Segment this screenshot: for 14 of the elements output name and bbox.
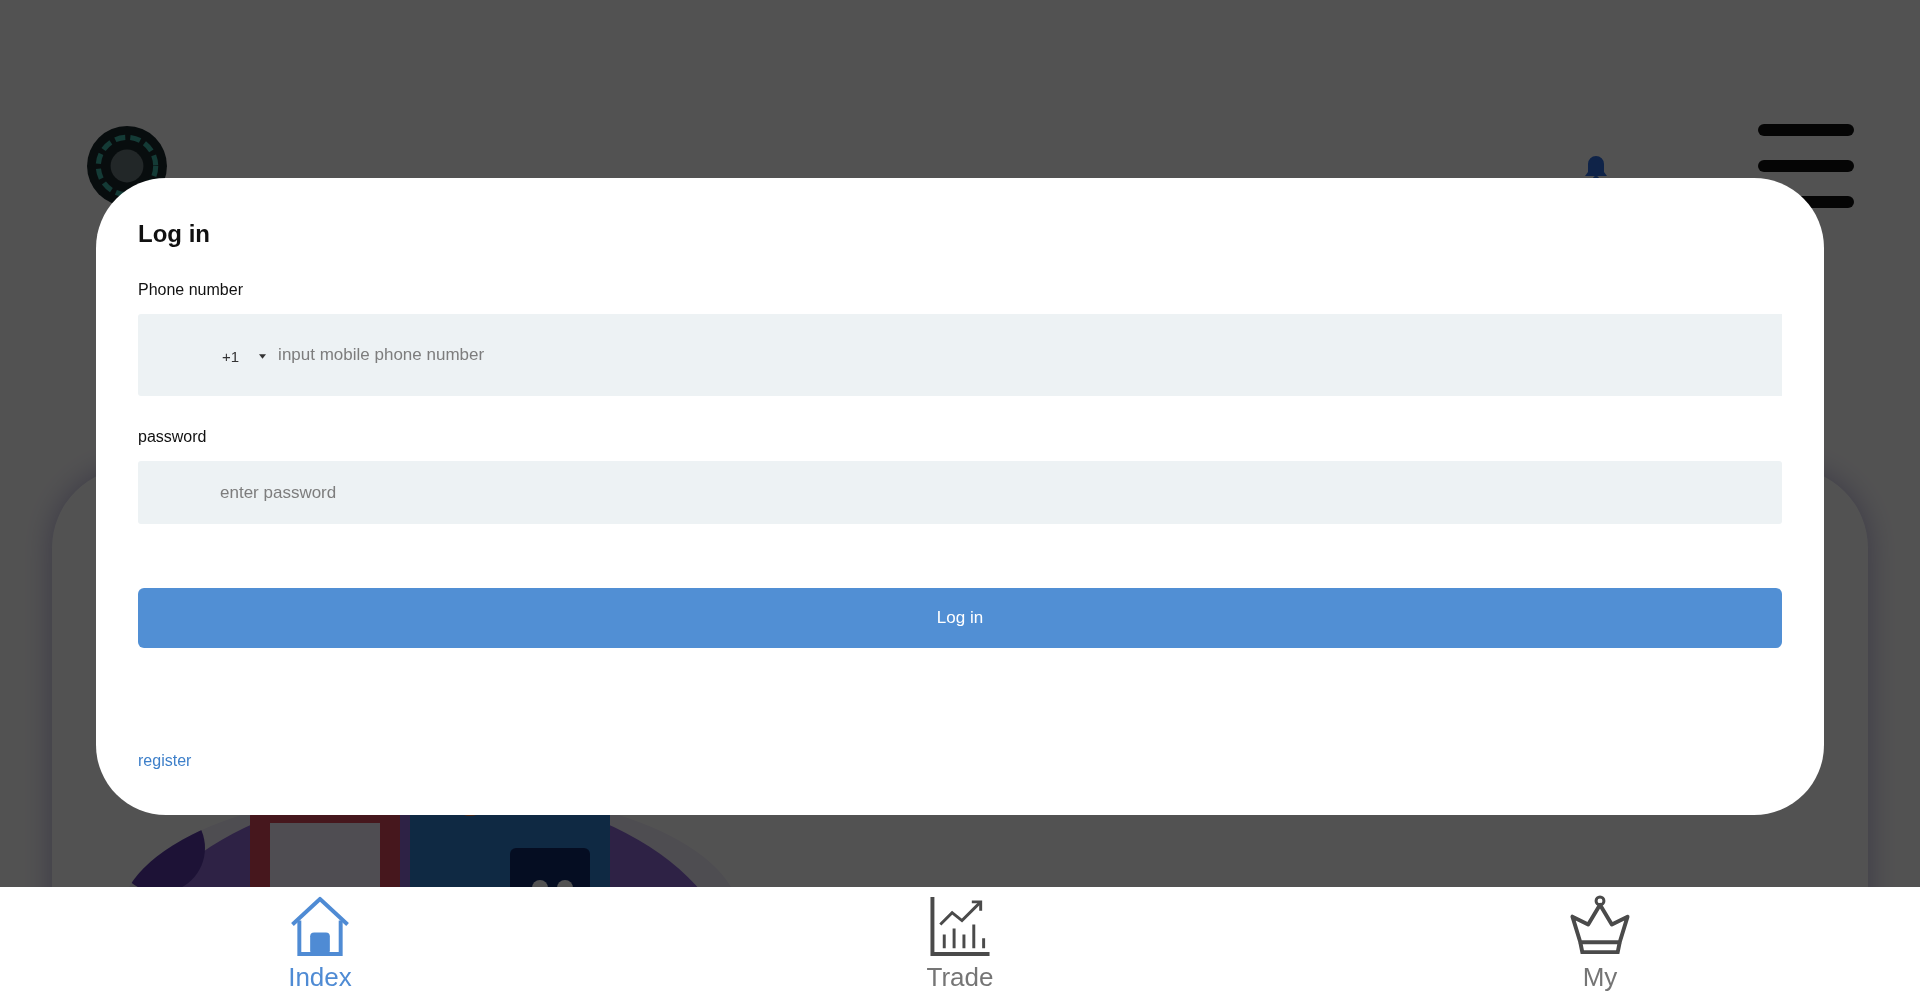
phone-input[interactable]: input mobile phone number <box>278 314 1782 396</box>
field-label: password <box>138 428 208 446</box>
country-code-select[interactable]: +1 <box>138 314 279 396</box>
home-icon <box>288 895 352 958</box>
chart-icon <box>928 895 992 958</box>
nav-tab[interactable]: My <box>1280 887 1920 993</box>
login-button[interactable]: Log in <box>138 588 1782 648</box>
password-input[interactable]: enter password <box>138 461 1782 524</box>
caret-icon <box>259 353 267 359</box>
field-label: Phone number <box>138 281 244 299</box>
dialog-title: Log in <box>138 220 211 248</box>
nav-tab[interactable]: Trade <box>640 887 1280 993</box>
register-link[interactable]: register <box>138 752 192 770</box>
nav-tab[interactable]: Index <box>0 887 640 993</box>
